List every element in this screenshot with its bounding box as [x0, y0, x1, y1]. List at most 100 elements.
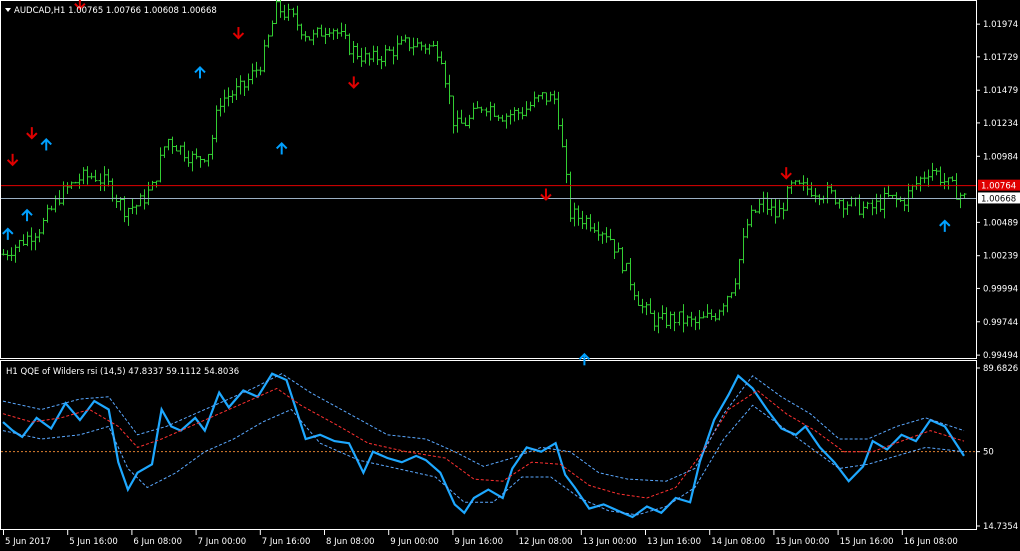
ohlc-bar	[821, 195, 826, 204]
buy-arrow-icon	[40, 138, 52, 151]
ohlc-bar	[817, 194, 822, 206]
ohlc-bar	[801, 175, 806, 191]
ohlc-bar	[938, 166, 943, 187]
ohlc-bar	[5, 250, 10, 261]
ohlc-bar	[576, 205, 581, 226]
ohlc-bar	[528, 101, 533, 112]
ohlc-bar	[33, 232, 38, 251]
ohlc-bar	[596, 221, 601, 241]
ohlc-bar	[524, 101, 529, 117]
ohlc-bar	[291, 7, 296, 18]
ohlc-bar	[274, 0, 279, 24]
ohlc-bar	[773, 198, 778, 224]
ohlc-bar	[282, 4, 287, 21]
ohlc-bar	[166, 138, 171, 151]
ohlc-bar	[158, 147, 163, 183]
ohlc-bar	[660, 305, 665, 320]
ohlc-bar	[118, 197, 123, 211]
ohlc-bar	[902, 197, 907, 212]
ohlc-bar	[222, 89, 227, 113]
ohlc-bar	[471, 102, 476, 120]
price-tick-label: 0.99994	[983, 284, 1018, 294]
ohlc-bar	[407, 37, 412, 52]
ohlc-bar	[431, 40, 436, 47]
ohlc-bar	[922, 171, 927, 184]
chart-canvas[interactable]: 1.01974 1.01729 1.01479 1.01234 1.00984 1.004…	[0, 0, 1020, 551]
ohlc-bar	[371, 45, 376, 63]
time-tick-label: 14 Jun 08:00	[711, 537, 765, 547]
buy-arrow-icon	[194, 65, 206, 79]
ohlc-bar	[717, 309, 722, 321]
qqe-band-line	[2, 373, 965, 482]
ohlc-bar	[65, 182, 70, 195]
ohlc-bar	[258, 66, 263, 76]
ohlc-bar	[343, 23, 348, 40]
price-tick-label: 1.00239	[983, 252, 1018, 262]
ohlc-bar	[548, 91, 553, 102]
indicator-frame	[0, 360, 977, 530]
time-tick-label: 15 Jun 00:00	[775, 537, 829, 547]
ohlc-bar	[250, 63, 255, 85]
price-tick-label: 1.00984	[983, 152, 1018, 162]
sell-arrow-icon	[26, 127, 38, 140]
time-tick-label: 7 Jun 00:00	[198, 537, 247, 547]
ohlc-bar	[612, 238, 617, 260]
ohlc-bar	[580, 210, 585, 230]
ohlc-bar	[737, 258, 742, 290]
main-title-group[interactable]: AUDCAD,H1 1.00765 1.00766 1.00608 1.0066…	[5, 6, 217, 16]
ohlc-bar	[363, 47, 368, 64]
time-tick-label: 15 Jun 16:00	[840, 537, 894, 547]
ohlc-bar	[89, 172, 94, 180]
buy-arrow-icon	[2, 227, 14, 240]
ohlc-bar	[455, 110, 460, 133]
ohlc-bar	[174, 144, 179, 152]
ohlc-bar	[447, 74, 452, 105]
qqe-rsi-line	[2, 372, 965, 519]
ohlc-bar	[668, 311, 673, 330]
ohlc-bar	[749, 205, 754, 228]
ohlc-bar	[677, 311, 682, 326]
ohlc-bar	[45, 204, 50, 223]
ohlc-bar	[701, 311, 706, 319]
ohlc-bar	[323, 27, 328, 45]
ohlc-bar	[423, 43, 428, 54]
sell-arrow-icon	[540, 188, 552, 201]
ohlc-bar	[238, 75, 243, 95]
ohlc-bar	[572, 202, 577, 227]
ohlc-bar	[725, 295, 730, 313]
ohlc-bar	[841, 198, 846, 218]
ohlc-bar	[604, 227, 609, 243]
collapse-triangle-icon[interactable]	[5, 8, 11, 12]
time-tick-label: 7 Jun 16:00	[262, 537, 311, 547]
ohlc-bar	[315, 27, 320, 38]
ohlc-bar	[106, 168, 111, 187]
ask-price-label: 1.00764	[981, 182, 1016, 192]
ohlc-bar	[73, 181, 78, 184]
ohlc-bar	[210, 134, 215, 160]
ohlc-bar	[379, 56, 384, 70]
time-tick-label: 6 Jun 08:00	[133, 537, 182, 547]
ohlc-bar	[29, 227, 34, 251]
ohlc-bar	[198, 156, 203, 168]
price-tick-label: 0.99494	[983, 351, 1018, 361]
ohlc-bar	[41, 217, 46, 235]
ohlc-bar	[608, 228, 613, 241]
ohlc-bar	[544, 92, 549, 106]
ohlc-bar	[914, 176, 919, 190]
ohlc-bar	[745, 218, 750, 239]
main-chart-title: AUDCAD,H1 1.00765 1.00766 1.00608 1.0066…	[14, 6, 217, 16]
ohlc-bar	[77, 173, 82, 189]
ohlc-bar	[339, 22, 344, 37]
ohlc-bar	[411, 37, 416, 56]
bid-price-box: 1.00668	[978, 192, 1020, 204]
ohlc-bar	[500, 114, 505, 122]
ohlc-bar	[536, 94, 541, 103]
ohlc-bar	[122, 196, 127, 223]
ohlc-bar	[672, 311, 677, 332]
ohlc-bar	[898, 196, 903, 203]
ohlc-bar	[21, 234, 26, 246]
buy-arrow-icon	[275, 142, 288, 155]
ohlc-bar	[556, 91, 561, 130]
ohlc-bar	[729, 292, 734, 299]
qqe-band-line	[2, 387, 965, 499]
